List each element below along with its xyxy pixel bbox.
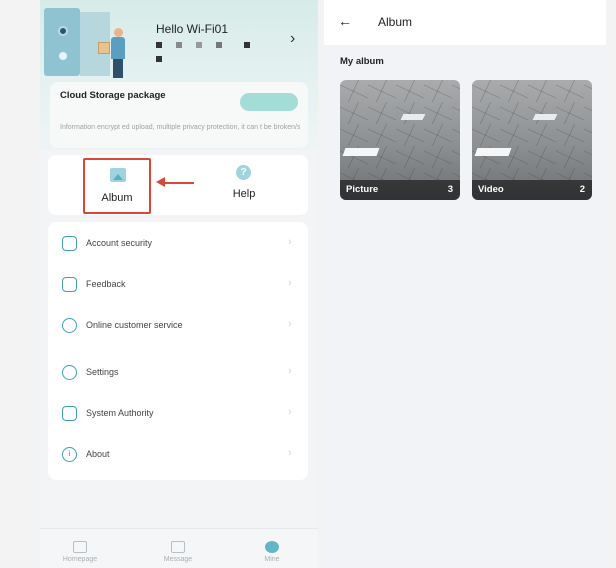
screenshot-stage: Hello Wi-Fi01 › Cloud Storage package In… [0, 0, 616, 568]
cloud-storage-card[interactable]: Cloud Storage package Information encryp… [50, 82, 308, 148]
menu-item-label: Online customer service [86, 320, 183, 330]
cloud-storage-title: Cloud Storage package [60, 90, 166, 101]
quick-actions: Album ? Help [48, 155, 308, 215]
bottom-tab-bar: Homepage Message Mine [40, 528, 318, 568]
mine-screen: Hello Wi-Fi01 › Cloud Storage package In… [40, 0, 318, 568]
masked-account-id [156, 40, 276, 66]
menu-item-account-security[interactable]: Account security › [48, 226, 308, 262]
tab-message[interactable]: Message [148, 541, 208, 568]
doorbell-button-icon [59, 52, 67, 60]
menu-item-settings[interactable]: Settings › [48, 355, 308, 391]
menu-item-label: About [86, 449, 110, 459]
gear-icon [62, 365, 77, 380]
chevron-right-icon: › [288, 318, 292, 330]
feedback-icon [62, 277, 77, 292]
tab-label: Homepage [62, 556, 98, 563]
annotation-arrow [156, 177, 196, 187]
album-count: 3 [447, 184, 453, 195]
album-name: Video [478, 184, 504, 195]
menu-item-online-customer-service[interactable]: Online customer service › [48, 308, 308, 344]
courier-illustration [106, 28, 130, 78]
album-screen: ← Album My album Picture 3 Video 2 [324, 0, 606, 568]
cloud-storage-button[interactable] [240, 93, 298, 111]
doorbell-illustration [44, 8, 80, 76]
user-icon [265, 541, 279, 553]
chevron-right-icon: › [288, 277, 292, 289]
message-icon [171, 541, 185, 553]
album-caption: Video 2 [472, 180, 592, 200]
menu-item-label: Account security [86, 238, 153, 248]
chevron-right-icon: › [288, 365, 292, 377]
ceiling-thumbnail [340, 80, 460, 180]
album-card-video[interactable]: Video 2 [472, 80, 592, 200]
chevron-right-icon: › [288, 236, 292, 248]
help-button[interactable]: ? Help [214, 163, 274, 209]
shield-icon [62, 236, 77, 251]
album-card-picture[interactable]: Picture 3 [340, 80, 460, 200]
menu-item-label: System Authority [86, 408, 154, 418]
page-title: Album [378, 15, 413, 29]
settings-menu: Account security › Feedback › Online cus… [48, 222, 308, 480]
help-label: Help [232, 188, 256, 200]
home-icon [73, 541, 87, 553]
cloud-storage-description: Information encrypt ed upload, multiple … [60, 124, 300, 131]
tab-label: Mine [264, 556, 280, 563]
album-count: 2 [579, 184, 585, 195]
doorbell-camera-icon [58, 26, 68, 36]
greeting-text: Hello Wi-Fi01 [156, 22, 229, 36]
info-icon: i [62, 447, 77, 462]
menu-item-feedback[interactable]: Feedback › [48, 267, 308, 303]
menu-item-about[interactable]: i About › [48, 437, 308, 473]
album-top-bar: ← Album [324, 0, 606, 45]
album-caption: Picture 3 [340, 180, 460, 200]
tab-homepage[interactable]: Homepage [50, 541, 110, 568]
album-label: Album [101, 192, 133, 204]
authority-icon [62, 406, 77, 421]
help-icon: ? [236, 165, 251, 180]
chevron-right-icon: › [288, 406, 292, 418]
album-button[interactable]: Album [83, 158, 151, 214]
tab-mine[interactable]: Mine [242, 541, 302, 568]
chevron-right-icon[interactable]: › [290, 30, 295, 48]
back-arrow-icon[interactable]: ← [338, 13, 352, 29]
section-title: My album [340, 56, 384, 67]
menu-item-system-authority[interactable]: System Authority › [48, 396, 308, 432]
ceiling-thumbnail [472, 80, 592, 180]
chevron-right-icon: › [288, 447, 292, 459]
menu-item-label: Settings [86, 367, 119, 377]
album-icon [110, 168, 126, 182]
menu-item-label: Feedback [86, 279, 126, 289]
headset-icon [62, 318, 77, 333]
album-name: Picture [346, 184, 379, 195]
tab-label: Message [163, 556, 193, 563]
